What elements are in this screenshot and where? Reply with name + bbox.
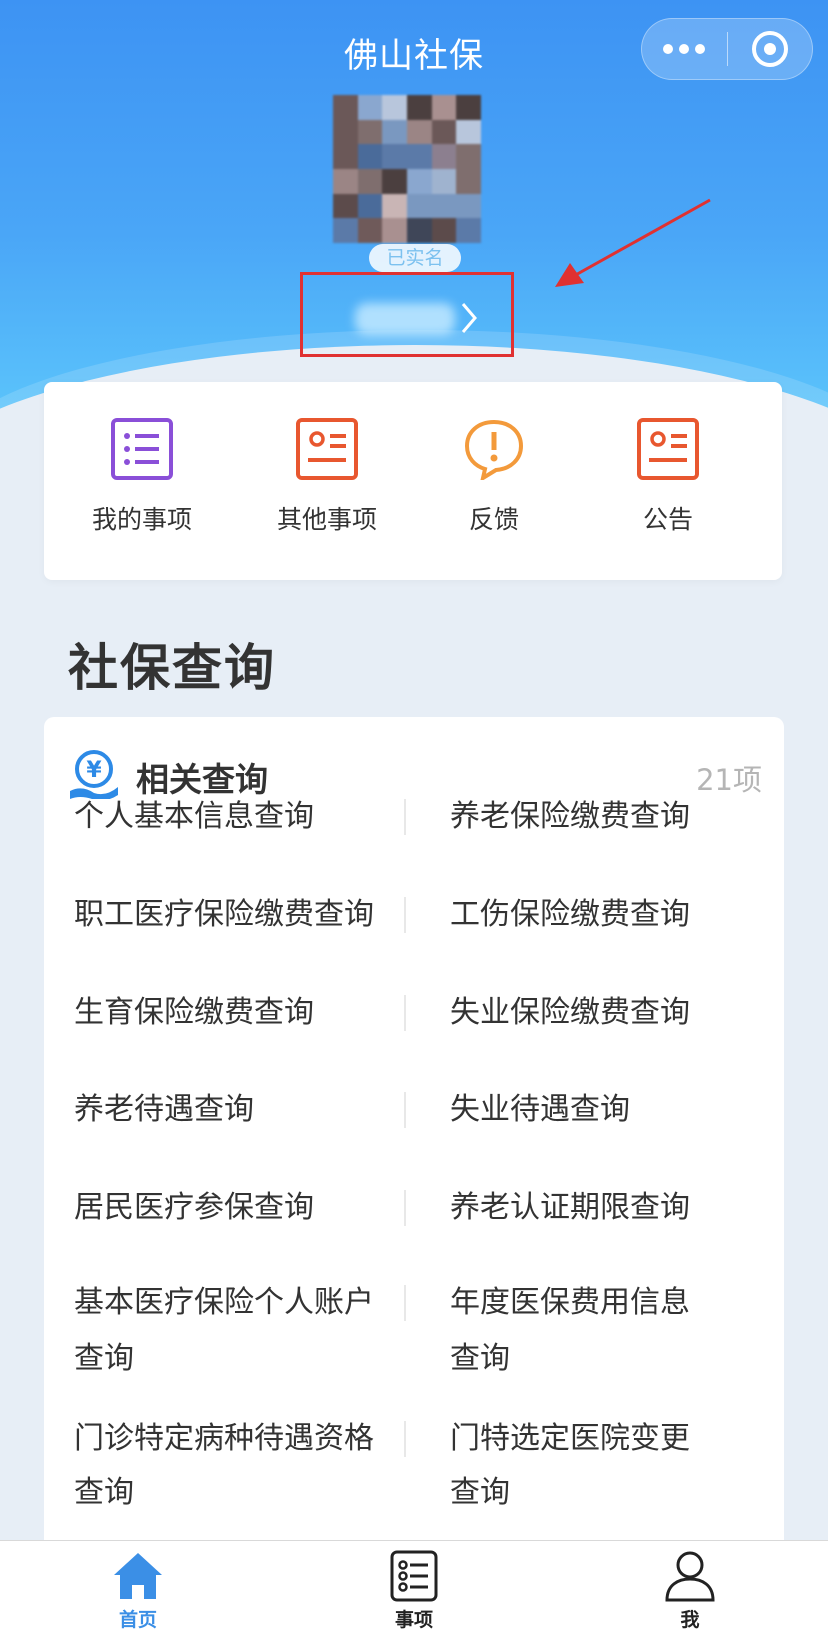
column-divider	[404, 1190, 406, 1226]
avatar-pixel	[431, 119, 457, 145]
query-item[interactable]: 养老保险缴费查询	[450, 789, 780, 845]
query-item[interactable]: 生育保险缴费查询	[74, 985, 404, 1041]
avatar-pixel	[357, 168, 383, 194]
list-icon	[111, 418, 173, 480]
quick-action-announcement[interactable]: 公告	[588, 418, 748, 536]
avatar-pixel	[333, 95, 358, 120]
quick-actions-card: 我的事项 其他事项 反馈 公告	[44, 382, 782, 580]
verified-badge: 已实名	[369, 244, 461, 272]
avatar-pixel	[357, 119, 383, 145]
avatar-pixel	[406, 119, 432, 145]
query-item-continued[interactable]: 查询	[74, 1331, 404, 1387]
avatar-pixel	[333, 218, 358, 243]
more-dots-icon[interactable]	[642, 44, 727, 54]
column-divider	[404, 1092, 406, 1128]
avatar-pixel	[431, 95, 457, 120]
avatar-pixel	[382, 218, 407, 243]
tab-items[interactable]: 事项	[354, 1549, 474, 1632]
query-card: ¥ 相关查询 21项 个人基本信息查询 养老保险缴费查询 职工医疗保险缴费查询 …	[44, 717, 784, 1638]
exclamation-bubble-icon	[464, 419, 524, 480]
query-item[interactable]: 年度医保费用信息	[450, 1275, 780, 1331]
query-item[interactable]: 个人基本信息查询	[74, 789, 404, 845]
avatar-pixel	[406, 193, 432, 219]
avatar-pixel	[357, 144, 383, 169]
person-icon	[665, 1551, 715, 1602]
query-item[interactable]: 失业保险缴费查询	[450, 985, 780, 1041]
column-divider	[404, 1285, 406, 1321]
tab-label: 事项	[394, 1609, 433, 1631]
tab-label: 我	[680, 1609, 700, 1631]
avatar-pixel	[456, 168, 481, 194]
query-item[interactable]: 门特选定医院变更	[450, 1411, 780, 1467]
avatar-pixel	[456, 193, 481, 219]
annotation-arrow-icon	[555, 198, 711, 287]
quick-action-feedback[interactable]: 反馈	[414, 418, 574, 536]
quick-action-label: 反馈	[468, 505, 519, 534]
tab-bar: 首页 事项 我	[0, 1540, 828, 1638]
query-item[interactable]: 工伤保险缴费查询	[450, 887, 780, 943]
avatar-pixel	[456, 218, 481, 243]
avatar-pixel	[456, 95, 481, 120]
quick-action-my-items[interactable]: 我的事项	[62, 418, 222, 536]
avatar-pixel	[431, 168, 457, 194]
avatar-pixel	[431, 218, 457, 243]
query-item[interactable]: 养老认证期限查询	[450, 1180, 780, 1236]
avatar-pixel	[333, 119, 358, 145]
avatar-pixel	[382, 168, 407, 194]
id-card-icon	[637, 418, 699, 480]
tab-me[interactable]: 我	[630, 1549, 750, 1632]
tab-home[interactable]: 首页	[78, 1549, 198, 1632]
avatar-pixel	[333, 193, 358, 219]
section-title: 社保查询	[68, 639, 276, 697]
avatar-pixel	[456, 119, 481, 145]
tab-label: 首页	[118, 1609, 157, 1631]
quick-action-label: 我的事项	[91, 505, 192, 534]
query-item-continued[interactable]: 查询	[74, 1465, 404, 1521]
avatar-pixel	[357, 95, 383, 120]
quick-action-label: 其他事项	[276, 505, 377, 534]
checklist-icon	[390, 1550, 438, 1602]
avatar-pixel	[406, 95, 432, 120]
quick-action-label: 公告	[642, 505, 693, 534]
avatar-pixel	[382, 144, 407, 169]
query-item[interactable]: 居民医疗参保查询	[74, 1180, 404, 1236]
avatar[interactable]	[333, 95, 481, 243]
highlight-box	[300, 272, 514, 357]
avatar-pixel	[382, 95, 407, 120]
column-divider	[404, 897, 406, 933]
column-divider	[404, 995, 406, 1031]
query-item[interactable]: 养老待遇查询	[74, 1082, 404, 1138]
id-card-icon	[296, 418, 358, 480]
avatar-pixel	[357, 193, 383, 219]
avatar-pixel	[431, 144, 457, 169]
mini-program-capsule	[641, 18, 813, 80]
avatar-pixel	[456, 144, 481, 169]
avatar-pixel	[382, 193, 407, 219]
home-icon	[114, 1553, 162, 1599]
column-divider	[404, 1421, 406, 1457]
avatar-pixel	[382, 119, 407, 145]
column-divider	[404, 799, 406, 835]
avatar-pixel	[333, 144, 358, 169]
target-circle-icon[interactable]	[728, 31, 813, 67]
query-item[interactable]: 职工医疗保险缴费查询	[74, 887, 404, 943]
avatar-pixel	[357, 218, 383, 243]
avatar-pixel	[406, 218, 432, 243]
query-item-continued[interactable]: 查询	[450, 1331, 780, 1387]
avatar-pixel	[406, 144, 432, 169]
quick-action-other-items[interactable]: 其他事项	[247, 418, 407, 536]
avatar-pixel	[406, 168, 432, 194]
avatar-pixel	[431, 193, 457, 219]
query-item[interactable]: 基本医疗保险个人账户	[74, 1275, 404, 1331]
avatar-pixel	[333, 168, 358, 194]
query-item-continued[interactable]: 查询	[450, 1465, 780, 1521]
query-item[interactable]: 失业待遇查询	[450, 1082, 780, 1138]
svg-text:¥: ¥	[86, 758, 102, 783]
query-item[interactable]: 门诊特定病种待遇资格	[74, 1411, 404, 1467]
